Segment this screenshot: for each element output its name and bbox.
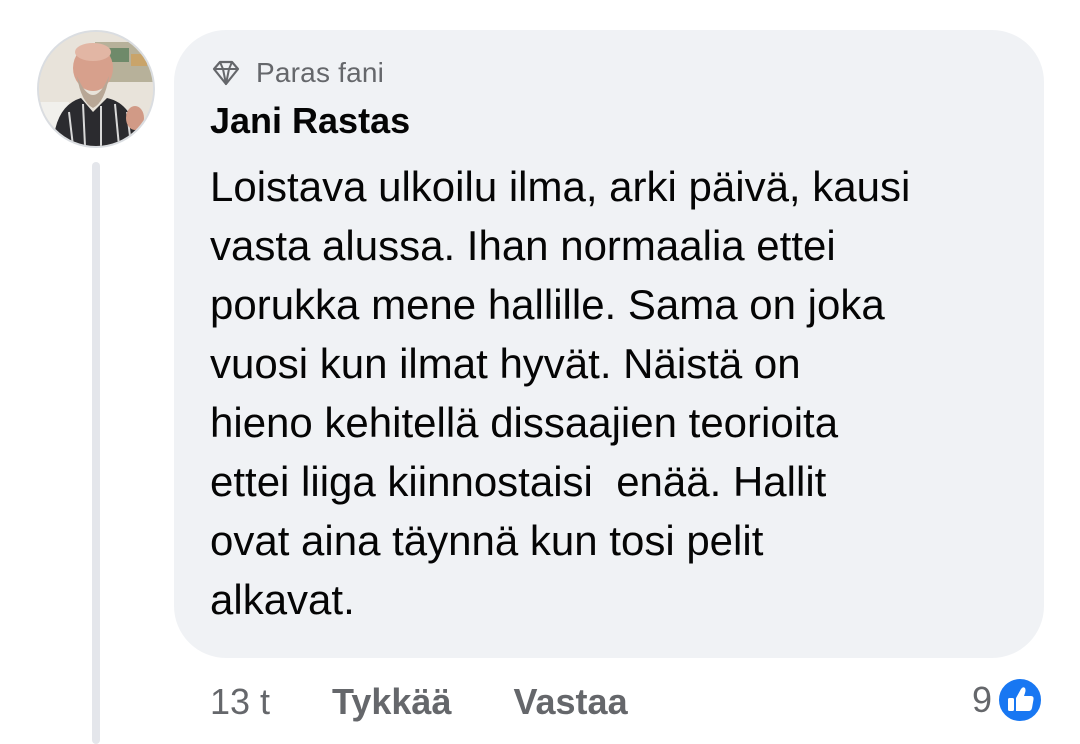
badge-label: Paras fani	[256, 57, 385, 88]
top-fan-badge[interactable]: Paras fani	[210, 56, 384, 90]
like-button[interactable]: Tykkää	[332, 681, 451, 723]
reply-thread-line	[92, 162, 100, 744]
comment-timestamp[interactable]: 13 t	[210, 681, 270, 723]
avatar-photo	[39, 32, 153, 146]
diamond-icon	[212, 60, 240, 86]
avatar[interactable]	[37, 30, 155, 148]
like-thumb-icon	[996, 676, 1044, 724]
comment-bubble: Paras fani Jani Rastas Loistava ulkoilu …	[174, 30, 1044, 658]
comment-author-name[interactable]: Jani Rastas	[210, 100, 410, 142]
comment-actions: 13 t Tykkää Vastaa	[210, 678, 690, 726]
reaction-count: 9	[971, 679, 992, 720]
reply-button[interactable]: Vastaa	[513, 681, 627, 723]
comment-text: Loistava ulkoilu ilma, arki päivä, kausi…	[210, 163, 911, 623]
reaction-summary[interactable]: 9	[972, 674, 1044, 726]
comment-screen: Paras fani Jani Rastas Loistava ulkoilu …	[0, 0, 1080, 744]
